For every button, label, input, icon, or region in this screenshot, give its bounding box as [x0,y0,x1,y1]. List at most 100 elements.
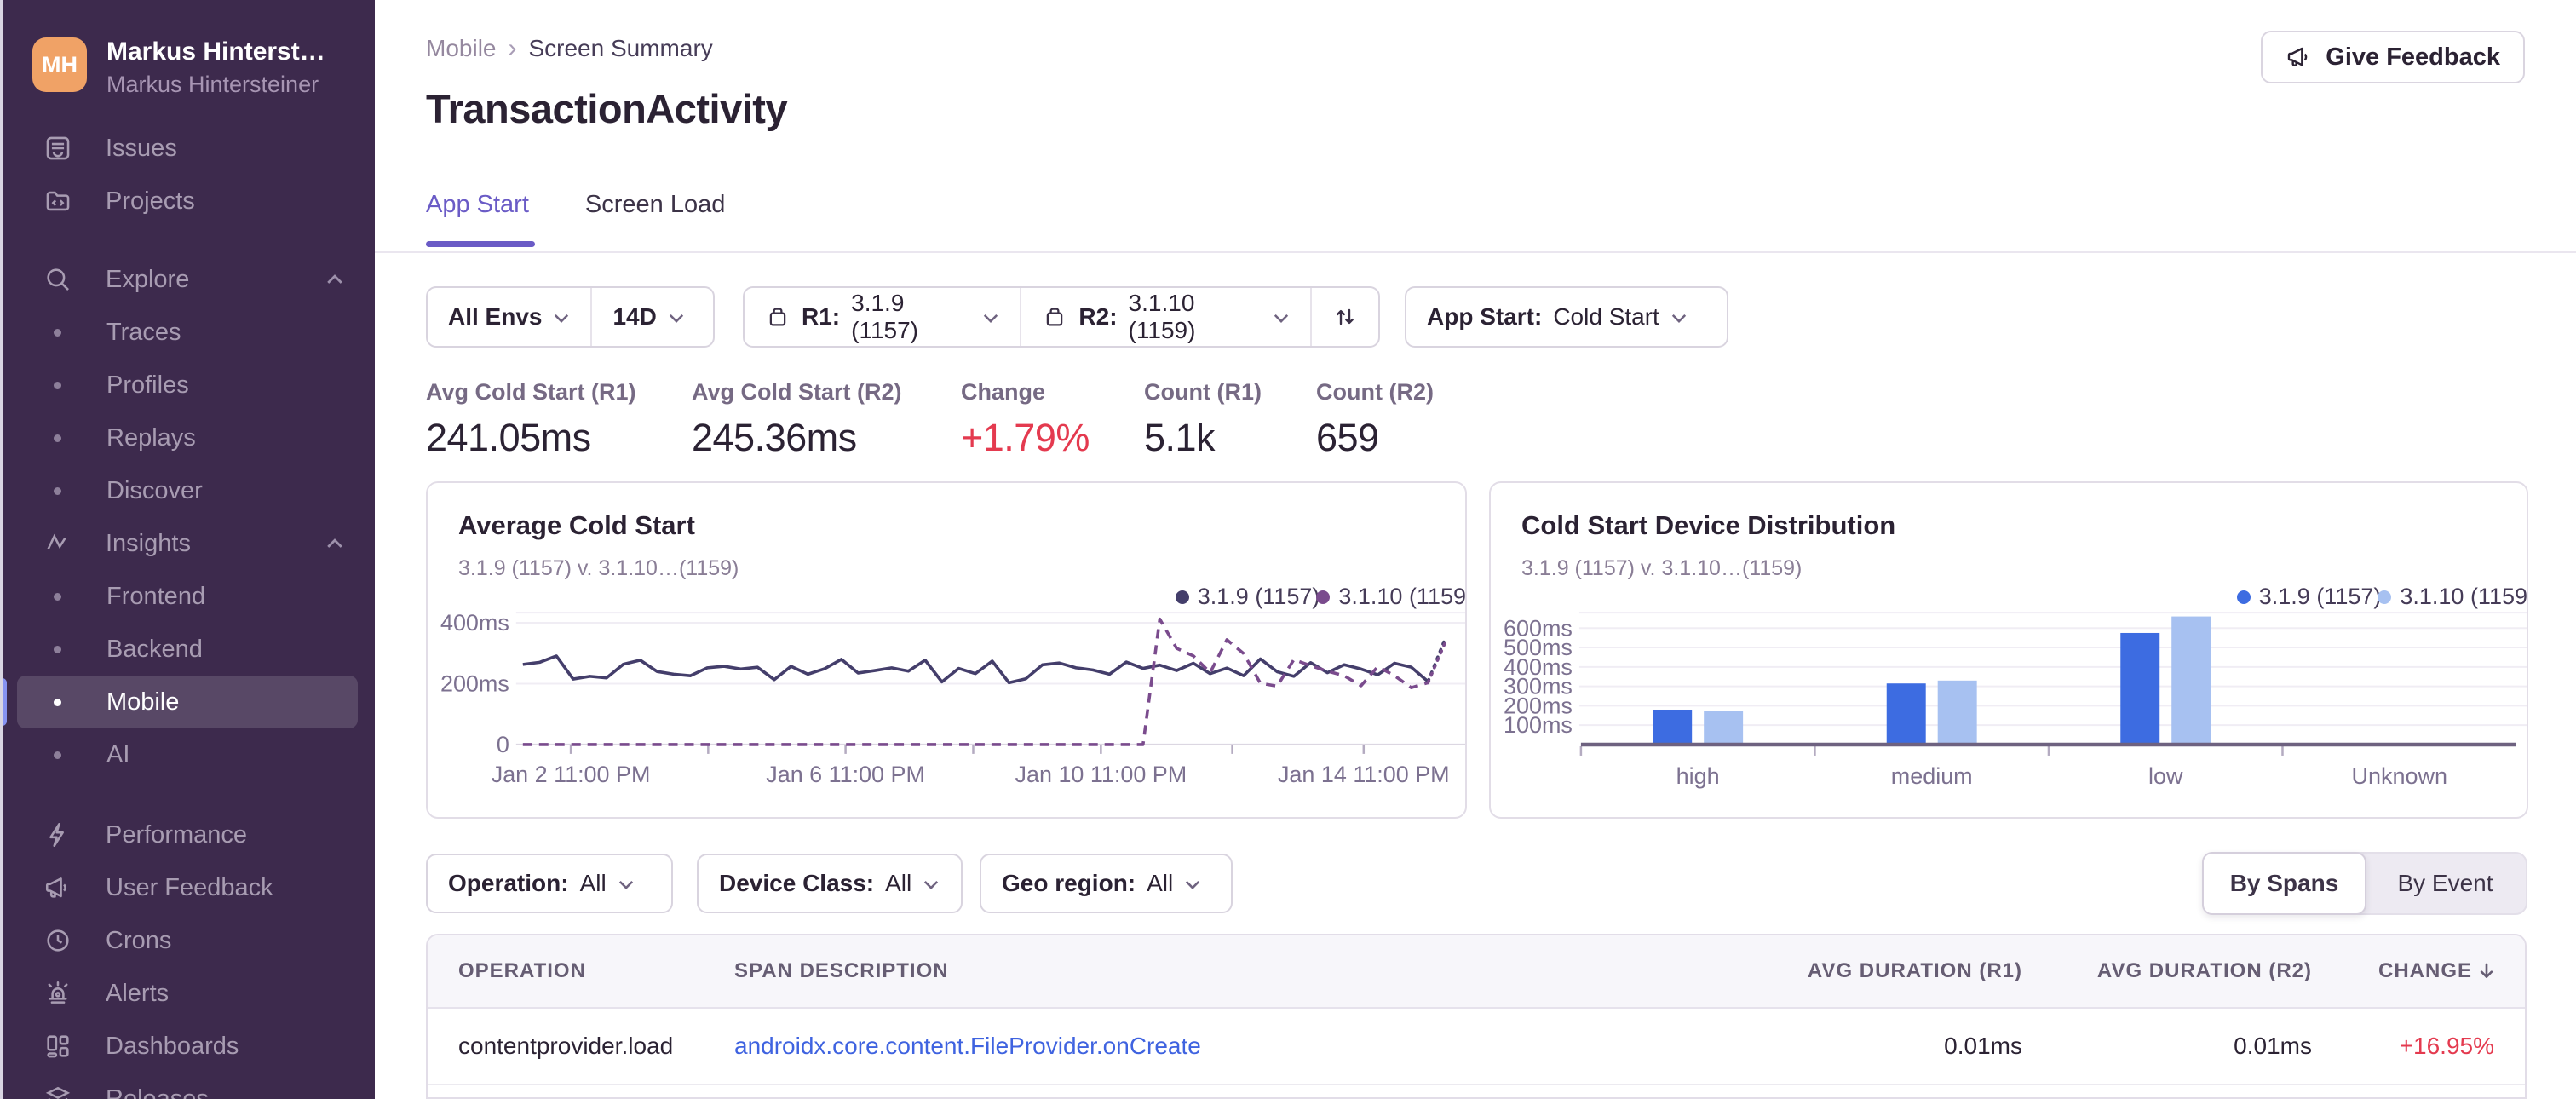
sidebar-item-profiles[interactable]: Profiles [0,359,375,411]
sidebar-item-crons[interactable]: Crons [0,914,375,967]
card-subtitle: 3.1.9 (1157) v. 3.1.10…(1159) [1521,556,1803,580]
bullet-icon [54,381,61,389]
pulse-icon [43,528,73,559]
sidebar-item-user-feedback[interactable]: User Feedback [0,861,375,914]
env-period-filter: All Envs 14D [426,286,715,348]
sidebar-item-frontend[interactable]: Frontend [0,570,375,623]
r1-label: R1: [802,303,841,330]
app-start-selector[interactable]: App Start: Cold Start [1406,288,1708,346]
stat-count-r1: Count (R1) 5.1k [1144,379,1262,460]
sidebar-item-issues[interactable]: Issues [0,122,375,175]
geo-region-filter-value: All [1147,870,1174,896]
svg-text:200ms: 200ms [440,670,509,696]
device-class-filter-value: All [885,870,912,896]
chevron-down-icon [618,879,635,890]
svg-text:low: low [2148,763,2183,789]
sidebar: MH Markus Hinterst… Markus Hintersteiner… [0,0,375,1099]
sidebar-item-mobile[interactable]: Mobile [17,676,358,728]
stat-label: Count (R2) [1316,379,1434,405]
megaphone-icon [2286,43,2313,71]
cell-avg-r2: 0.01ms [2234,1033,2312,1059]
user-name[interactable]: Markus Hinterst… [106,37,362,66]
releases-icon [43,1084,73,1099]
card-title: Cold Start Device Distribution [1521,510,1896,540]
r2-label: R2: [1078,303,1118,330]
chevron-down-icon [553,313,570,324]
cell-change: +16.95% [2399,1033,2494,1059]
sidebar-item-backend[interactable]: Backend [0,623,375,676]
toggle-by-spans[interactable]: By Spans [2202,852,2366,915]
cold-start-line-chart[interactable]: 400ms 200ms 0 Jan 2 11:00 PM Jan 6 11:00 PM J… [428,594,1465,817]
period-filter-value: 14D [612,303,657,330]
app-start-value: Cold Start [1553,303,1659,330]
operation-filter[interactable]: Operation: All [426,854,673,913]
stat-value: 245.36ms [692,416,857,459]
stat-value: 5.1k [1144,416,1216,459]
chevron-down-icon [1184,879,1201,890]
svg-text:medium: medium [1891,763,1973,789]
col-avg-duration-r1[interactable]: AVG DURATION (R1) [1733,959,2022,983]
breadcrumb-separator: › [508,34,517,62]
tab-app-start[interactable]: App Start [426,191,529,219]
release-r2-selector[interactable]: R2: 3.1.10 (1159) [1021,288,1310,346]
issues-icon [43,133,73,164]
sidebar-item-explore[interactable]: Explore [0,253,375,306]
sidebar-item-performance[interactable]: Performance [0,808,375,861]
chevron-up-icon[interactable] [325,538,344,550]
chevron-down-icon [982,313,999,324]
bullet-icon [54,592,61,601]
lightning-icon [43,820,73,850]
svg-text:100ms: 100ms [1504,712,1573,738]
give-feedback-label: Give Feedback [2326,43,2500,71]
geo-region-filter[interactable]: Geo region: All [980,854,1233,913]
device-class-filter[interactable]: Device Class: All [697,854,963,913]
release-r1-selector[interactable]: R1: 3.1.9 (1157) [745,288,1020,346]
sidebar-item-discover[interactable]: Discover [0,464,375,517]
sidebar-item-releases[interactable]: Releases [0,1073,375,1099]
sidebar-item-ai[interactable]: AI [0,728,375,781]
env-filter[interactable]: All Envs [428,288,590,346]
col-span-description[interactable]: SPAN DESCRIPTION [734,959,1733,983]
sidebar-item-replays[interactable]: Replays [0,411,375,464]
env-filter-value: All Envs [448,303,543,330]
col-operation[interactable]: OPERATION [428,959,734,983]
avatar[interactable]: MH [32,37,87,92]
megaphone-icon [43,872,73,903]
table-row-partial[interactable] [428,1085,2525,1097]
cell-span-description-link[interactable]: androidx.core.content.FileProvider.onCre… [734,1033,1733,1060]
col-change[interactable]: CHANGE [2312,959,2525,983]
bullet-icon [54,434,61,442]
geo-region-filter-label: Geo region: [1002,870,1136,896]
release-icon [765,304,791,330]
swap-releases-button[interactable] [1312,288,1378,346]
card-title: Average Cold Start [458,510,695,540]
breadcrumb-mobile[interactable]: Mobile [426,35,496,62]
chevron-down-icon [923,879,940,890]
stat-avg-cold-start-r1: Avg Cold Start (R1) 241.05ms [426,379,636,460]
table-row[interactable]: contentprovider.load androidx.core.conte… [428,1009,2525,1085]
cell-operation: contentprovider.load [458,1033,674,1059]
tab-screen-load[interactable]: Screen Load [585,191,725,219]
r2-value: 3.1.10 (1159) [1128,290,1196,343]
col-avg-duration-r2[interactable]: AVG DURATION (R2) [2022,959,2312,983]
active-tab-underline [426,241,535,247]
stat-label: Avg Cold Start (R2) [692,379,902,405]
bullet-icon [54,486,61,495]
chevron-down-icon [668,313,685,324]
card-subtitle: 3.1.9 (1157) v. 3.1.10…(1159) [458,556,739,580]
toggle-by-event[interactable]: By Event [2365,854,2526,913]
period-filter[interactable]: 14D [592,288,704,346]
stat-label: Change [961,379,1046,405]
sidebar-item-traces[interactable]: Traces [0,306,375,359]
device-distribution-bar-chart[interactable]: 600ms500ms400ms300ms200ms100mshigh medium… [1491,594,2527,817]
give-feedback-button[interactable]: Give Feedback [2261,31,2525,83]
sidebar-item-dashboards[interactable]: Dashboards [0,1020,375,1073]
svg-text:Jan 10 11:00 PM: Jan 10 11:00 PM [1015,762,1187,787]
stat-label: Count (R1) [1144,379,1262,405]
sidebar-item-alerts[interactable]: Alerts [0,967,375,1020]
chevron-up-icon[interactable] [325,273,344,285]
sidebar-item-projects[interactable]: Projects [0,175,375,227]
sidebar-item-insights[interactable]: Insights [0,517,375,570]
stat-value: 241.05ms [426,416,591,459]
chevron-down-icon [1273,313,1290,324]
